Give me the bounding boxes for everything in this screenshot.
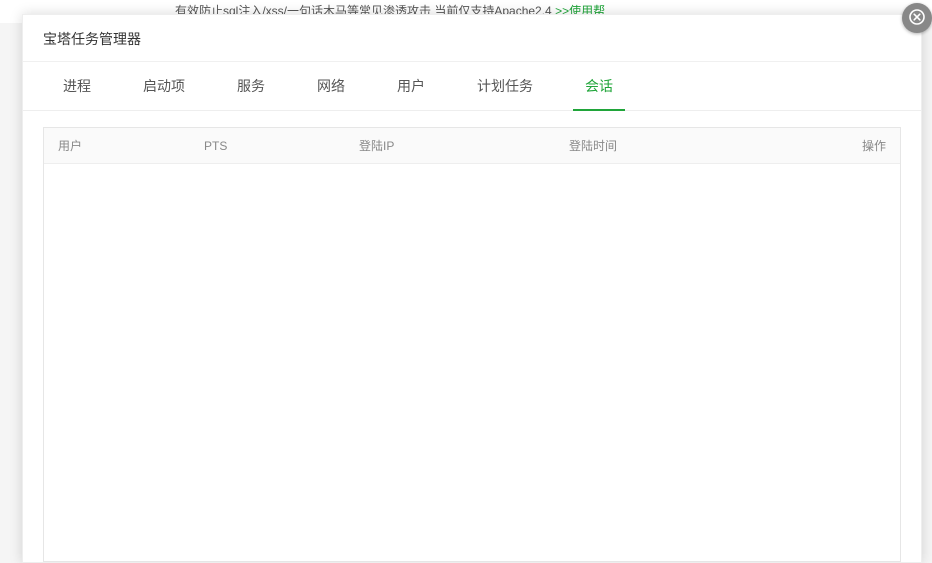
close-icon (909, 9, 925, 28)
tab-startup[interactable]: 启动项 (123, 62, 205, 110)
col-header-time: 登陆时间 (569, 137, 820, 154)
tab-cron[interactable]: 计划任务 (457, 62, 553, 110)
tab-session[interactable]: 会话 (565, 62, 633, 110)
tab-network[interactable]: 网络 (297, 62, 365, 110)
col-header-pts: PTS (204, 139, 359, 153)
tab-bar: 进程 启动项 服务 网络 用户 计划任务 会话 (23, 62, 921, 111)
session-table: 用户 PTS 登陆IP 登陆时间 操作 (43, 127, 901, 562)
tab-user[interactable]: 用户 (377, 62, 445, 110)
col-header-ip: 登陆IP (359, 137, 569, 154)
table-body-empty (44, 164, 900, 561)
tab-service[interactable]: 服务 (217, 62, 285, 110)
tab-process[interactable]: 进程 (43, 62, 111, 110)
close-button[interactable] (902, 3, 932, 33)
col-header-user: 用户 (44, 137, 204, 154)
col-header-op: 操作 (820, 137, 900, 154)
modal-title: 宝塔任务管理器 (23, 15, 921, 62)
table-header-row: 用户 PTS 登陆IP 登陆时间 操作 (44, 128, 900, 164)
task-manager-modal: 宝塔任务管理器 进程 启动项 服务 网络 用户 计划任务 会话 用户 PTS 登… (22, 14, 922, 563)
modal-body: 用户 PTS 登陆IP 登陆时间 操作 (23, 111, 921, 562)
